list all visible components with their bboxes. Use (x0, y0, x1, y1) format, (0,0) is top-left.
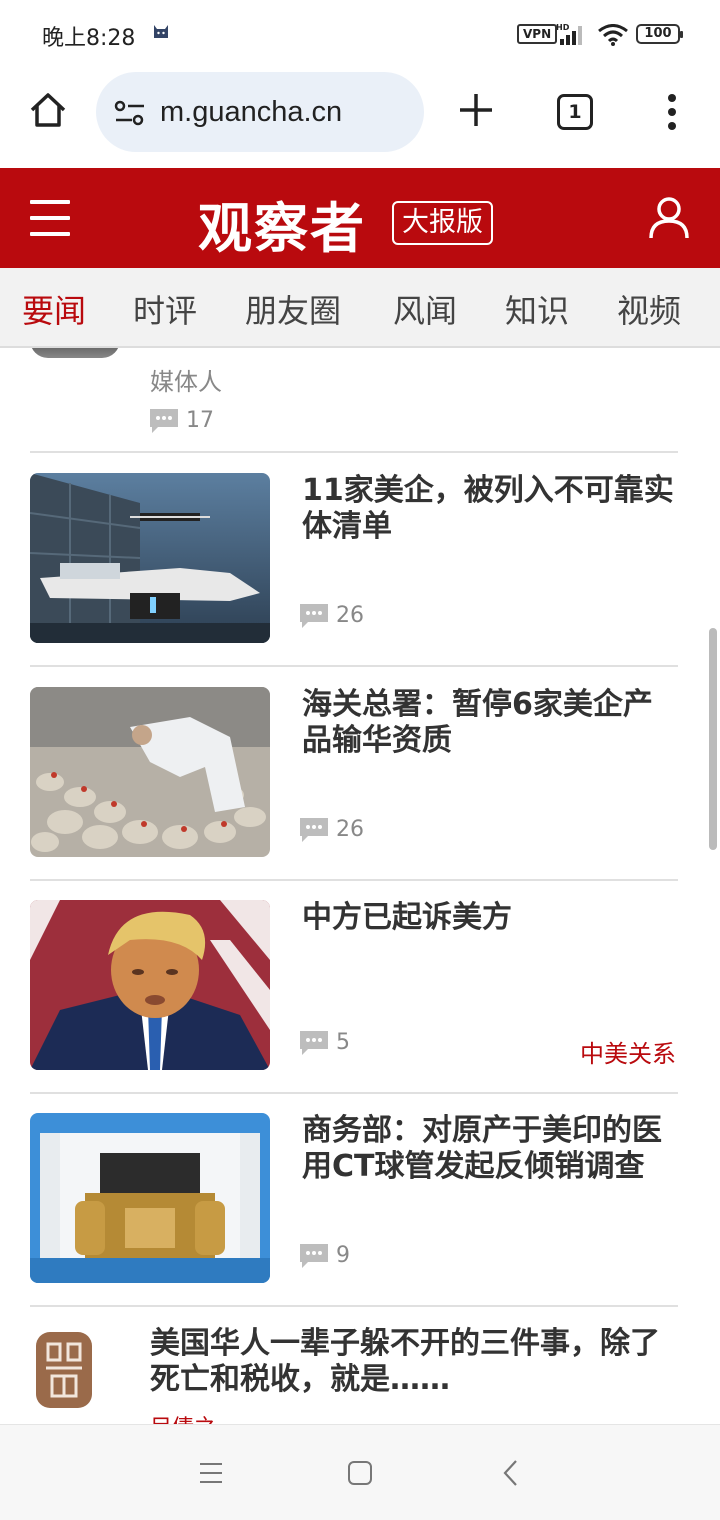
news-feed[interactable]: 媒体人 17 11家美企，被列入不可靠实体清单 26 海关总署：暂停6家美企产品… (0, 348, 720, 1424)
author-name[interactable]: 目倩之 (150, 1410, 216, 1424)
author-role: 媒体人 (150, 368, 222, 396)
user-icon[interactable] (648, 196, 690, 240)
comment-icon (300, 1030, 328, 1055)
address-bar[interactable]: m.guancha.cn (96, 72, 424, 152)
topic-tag[interactable]: 中美关系 (580, 1034, 676, 1069)
comment-count-value: 5 (336, 1030, 350, 1055)
article-title[interactable]: 美国华人一辈子躲不开的三件事，除了死亡和税收，就是…… (150, 1326, 680, 1398)
comment-icon (300, 817, 328, 842)
list-item[interactable]: 中方已起诉美方 5 中美关系 (0, 880, 720, 1092)
scrollbar[interactable] (709, 628, 717, 850)
poultry-farm-photo[interactable] (30, 687, 270, 857)
comment-icon (300, 603, 328, 628)
comment-count-value: 9 (336, 1243, 350, 1268)
status-time: 晚上8:28 (42, 26, 136, 51)
vpn-badge: VPN (517, 24, 558, 44)
new-tab-icon[interactable] (458, 92, 494, 128)
home-icon[interactable] (28, 90, 68, 130)
home-nav-icon[interactable] (347, 1460, 373, 1486)
more-options-icon[interactable] (662, 92, 682, 132)
tab-yaowen[interactable]: 要闻 (22, 286, 86, 332)
partial-list-item[interactable]: 媒体人 17 (0, 348, 720, 452)
tab-switcher-button[interactable]: 1 (557, 94, 593, 130)
back-icon[interactable] (502, 1459, 520, 1487)
site-header: 观察者 大报版 (0, 168, 720, 268)
comment-count: 5 (300, 1030, 350, 1055)
cat-notification-icon (154, 25, 168, 38)
comment-count-value: 26 (336, 603, 364, 628)
list-item[interactable]: 11家美企，被列入不可靠实体清单 26 (0, 453, 720, 665)
list-item[interactable]: 商务部：对原产于美印的医用CT球管发起反倾销调查 9 (0, 1093, 720, 1305)
comment-count: 26 (300, 817, 364, 842)
politician-portrait-photo[interactable] (30, 900, 270, 1070)
comment-icon (300, 1243, 328, 1268)
status-bar: 晚上8:28 VPN HD 100 (0, 0, 720, 68)
signal-hd-label: HD (556, 23, 570, 32)
address-url[interactable]: m.guancha.cn (160, 96, 342, 129)
wifi-icon (598, 24, 628, 46)
ct-tube-photo[interactable] (30, 1113, 270, 1283)
recent-apps-icon[interactable] (198, 1461, 224, 1485)
article-title[interactable]: 海关总署：暂停6家美企产品输华资质 (302, 687, 674, 759)
article-title[interactable]: 中方已起诉美方 (302, 900, 674, 936)
site-settings-icon[interactable] (114, 100, 146, 126)
comment-count-value: 26 (336, 817, 364, 842)
menu-icon[interactable] (30, 200, 70, 236)
tab-zhishi[interactable]: 知识 (505, 286, 569, 332)
battery-indicator: 100 (636, 24, 683, 44)
category-tabs: 要闻 时评 朋友圈 风闻 知识 视频 (0, 268, 720, 348)
comment-count: 9 (300, 1243, 350, 1268)
system-navigation-bar (0, 1424, 720, 1520)
comment-icon (150, 408, 178, 433)
signal-icon: HD (556, 23, 582, 45)
article-title[interactable]: 11家美企，被列入不可靠实体清单 (302, 473, 674, 545)
tab-shiping[interactable]: 时评 (133, 286, 197, 332)
browser-toolbar: m.guancha.cn 1 (0, 68, 720, 168)
author-photo (30, 348, 120, 358)
list-item[interactable]: 美国华人一辈子躲不开的三件事，除了死亡和税收，就是…… 目倩之 (0, 1306, 720, 1424)
site-logo[interactable]: 观察者 (198, 184, 366, 263)
edition-switch-button[interactable]: 大报版 (392, 201, 493, 245)
comment-count-value: 17 (186, 408, 214, 433)
tab-shipin[interactable]: 视频 (617, 286, 681, 332)
tab-pengyouquan[interactable]: 朋友圈 (245, 286, 341, 332)
tab-fengwen[interactable]: 风闻 (393, 286, 457, 332)
list-item[interactable]: 海关总署：暂停6家美企产品输华资质 26 (0, 667, 720, 879)
drone-photo[interactable] (30, 473, 270, 643)
column-seal-icon (36, 1332, 92, 1408)
comment-count: 17 (150, 408, 214, 433)
comment-count: 26 (300, 603, 364, 628)
article-title[interactable]: 商务部：对原产于美印的医用CT球管发起反倾销调查 (302, 1113, 674, 1185)
